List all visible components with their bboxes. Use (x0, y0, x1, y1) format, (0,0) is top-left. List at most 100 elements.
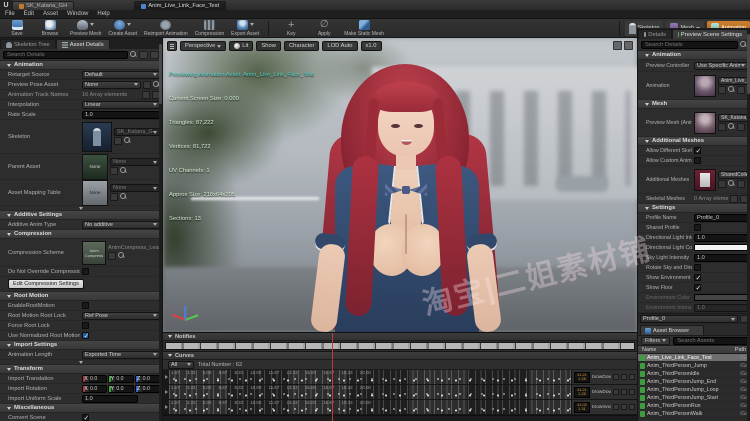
browse-to-asset-icon[interactable] (120, 167, 127, 174)
rotation-x-input[interactable]: X 0.0 (82, 384, 108, 393)
notifies-track[interactable] (163, 341, 637, 352)
settings-icon[interactable] (150, 50, 159, 59)
save-button[interactable]: Save (4, 19, 30, 37)
allow-custom-animbp-checkbox[interactable] (694, 157, 701, 164)
curve-filter-combo[interactable]: All (168, 360, 194, 369)
section-mesh[interactable]: Mesh (638, 100, 750, 109)
perspective-button[interactable]: Perspective (180, 41, 227, 51)
allow-different-skeletons-checkbox[interactable] (694, 147, 701, 155)
reset-icon[interactable] (737, 180, 745, 188)
playhead[interactable] (332, 333, 333, 421)
show-environment-checkbox[interactable] (694, 274, 701, 282)
import-uniform-scale-input[interactable]: 1.0 (82, 394, 138, 403)
menu-file[interactable]: File (5, 11, 15, 17)
interpolation-combo[interactable]: Linear (82, 100, 160, 109)
display-options-icon[interactable] (139, 50, 148, 59)
use-selected-icon[interactable] (110, 167, 118, 175)
translation-x-input[interactable]: X 0.0 (82, 374, 108, 383)
lit-mode-button[interactable]: Lit (229, 41, 254, 51)
profile-name-input[interactable]: Profile_0 (694, 213, 748, 222)
directional-light-color-swatch[interactable] (694, 244, 748, 251)
tab-skeleton-tree[interactable]: Skeleton Tree (0, 39, 56, 49)
curve-edit-icon[interactable] (621, 389, 627, 395)
additional-meshes-thumbnail[interactable] (694, 168, 716, 191)
section-animation[interactable]: Animation (638, 51, 750, 60)
edit-compression-settings-button[interactable]: Edit Compression Settings (8, 279, 84, 289)
section-root-motion[interactable]: Root Motion (0, 292, 162, 301)
curve-waveform[interactable]: 1.67 3.33 5.00 6.67 8.33 10.00 11.67 13.… (169, 385, 571, 399)
rotation-z-input[interactable]: Z 0.0 (134, 384, 160, 393)
camera-speed-icon[interactable] (613, 41, 622, 50)
show-menu-button[interactable]: Show (256, 41, 281, 51)
browse-to-asset-icon[interactable] (118, 252, 125, 259)
root-motion-root-lock-combo[interactable]: Ref Pose (82, 311, 160, 320)
compression-button[interactable]: Compression (195, 19, 224, 37)
asset-list-item[interactable]: Anim_ThirdPersonJump_Loop/Ga (638, 386, 750, 394)
maximize-viewport-icon[interactable] (624, 41, 633, 50)
rate-scale-input[interactable]: 1.0 (82, 110, 160, 119)
notify-ruler-band[interactable] (165, 342, 635, 350)
preview-mesh-field[interactable]: SK_Katana_GH (718, 114, 748, 122)
browse-to-asset-icon[interactable] (728, 123, 735, 130)
curve-visibility-icon[interactable] (613, 389, 619, 395)
animation-asset-field[interactable]: Anim_Live_Link_Fac (718, 77, 748, 85)
section-additional-meshes[interactable]: Additional Meshes (638, 137, 750, 146)
force-root-lock-checkbox[interactable] (82, 322, 89, 329)
sky-light-intensity-input[interactable]: 1.0 (694, 253, 748, 262)
key-button[interactable]: + Key (278, 19, 304, 37)
use-selected-icon[interactable] (143, 80, 151, 89)
browse-to-asset-icon[interactable] (124, 137, 131, 144)
do-not-override-checkbox[interactable] (82, 268, 89, 275)
use-selected-icon[interactable] (718, 123, 726, 131)
asset-mapping-field[interactable]: None (110, 184, 160, 192)
playback-speed-button[interactable]: x1.0 (360, 41, 382, 51)
menu-edit[interactable]: Edit (24, 11, 34, 17)
asset-list-item[interactable]: Anim_ThirdPersonJump_Start/Ga (638, 394, 750, 402)
translation-z-input[interactable]: Z 0.0 (134, 374, 160, 383)
section-import-settings[interactable]: Import Settings (0, 341, 162, 350)
parent-asset-thumbnail[interactable]: None (82, 153, 108, 180)
window-tab-animation[interactable]: Anim_Live_Link_Face_Test (134, 1, 227, 10)
section-additive-settings[interactable]: Additive Settings (0, 211, 162, 220)
export-asset-button[interactable]: Export Asset (231, 19, 259, 37)
window-tab-skeletal-mesh[interactable]: SK_Katana_GH (12, 1, 75, 10)
asset-list-header[interactable]: Name Path (638, 346, 750, 354)
curve-options-icon[interactable] (629, 374, 635, 380)
parent-asset-field[interactable]: None (110, 158, 160, 166)
retarget-source-combo[interactable]: Default (82, 70, 160, 79)
curve-visibility-icon[interactable] (613, 374, 619, 380)
translation-y-input[interactable]: Y 0.0 (108, 374, 134, 383)
asset-list-item[interactable]: Anim_ThirdPersonRun/Ga (638, 402, 750, 410)
curve-options-icon[interactable] (629, 389, 635, 395)
section-animation[interactable]: Animation (0, 61, 162, 70)
tab-details[interactable]: Details (638, 29, 672, 39)
use-selected-icon[interactable] (718, 180, 726, 188)
convert-scene-checkbox[interactable] (82, 414, 89, 421)
search-details-input[interactable] (641, 40, 738, 49)
preview-pose-combo[interactable]: None (82, 80, 141, 89)
curve-options-icon[interactable] (629, 404, 635, 410)
asset-list-item[interactable]: Anim_Live_Link_Face_Test/Ga (638, 354, 750, 362)
use-selected-icon[interactable] (108, 252, 116, 260)
show-floor-checkbox[interactable] (694, 284, 701, 292)
curve-name[interactable]: browDownLeft (592, 375, 611, 380)
section-settings[interactable]: Settings (638, 204, 750, 213)
rotation-y-input[interactable]: Y 0.0 (108, 384, 134, 393)
asset-list-item[interactable]: Anim_ThirdPersonWalk/Ga (638, 410, 750, 418)
make-static-mesh-button[interactable]: Make Static Mesh (344, 19, 384, 37)
curve-name[interactable]: browInnerUp (592, 405, 611, 410)
compression-scheme-thumbnail[interactable]: Anim Compress (82, 240, 106, 265)
reset-icon[interactable] (737, 123, 745, 131)
expand-icon[interactable] (142, 90, 150, 99)
create-asset-button[interactable]: Create Asset (108, 19, 137, 37)
use-normalized-root-motion-checkbox[interactable] (82, 332, 89, 340)
section-transform[interactable]: Transform (0, 365, 162, 374)
reimport-animation-button[interactable]: Reimport Animation (144, 19, 188, 37)
menu-asset[interactable]: Asset (43, 11, 58, 17)
notifies-header[interactable]: Notifies (163, 333, 637, 341)
curves-header[interactable]: Curves (163, 352, 637, 360)
browse-button[interactable]: Browse (37, 19, 63, 37)
asset-mapping-thumbnail[interactable]: None (82, 179, 108, 206)
profile-selector-combo[interactable]: Profile_0 (640, 315, 738, 323)
preview-mesh-thumbnail[interactable] (694, 111, 716, 134)
